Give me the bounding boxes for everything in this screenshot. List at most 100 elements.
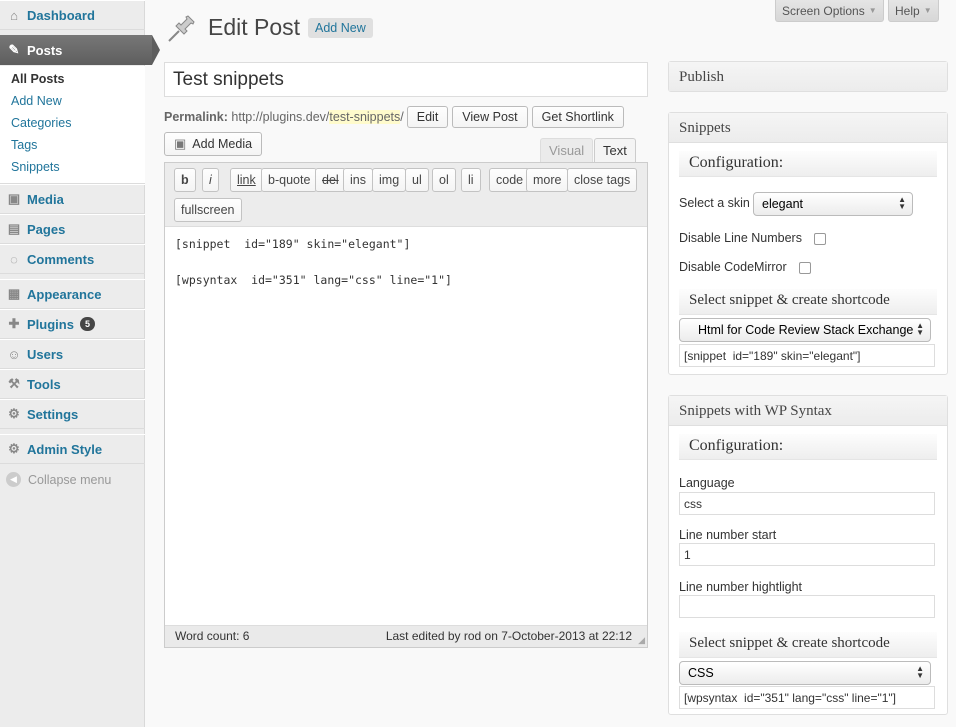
snippet-select-value: Html for Code Review Stack Exchange [698,323,914,337]
dashboard-icon: ⌂ [10,7,18,23]
menu-appearance-label: Appearance [27,286,102,302]
menu-pages-label: Pages [27,221,66,237]
menu-users[interactable]: ☺ Users [0,339,145,369]
menu-users-label: Users [27,346,64,362]
submenu-categories[interactable]: Categories [11,116,71,130]
menu-plugins[interactable]: ✚ Plugins 5 [0,309,145,339]
disable-codemirror-checkbox[interactable] [799,262,811,274]
chevron-down-icon: ▼ [868,6,877,15]
skin-select-value: elegant [762,197,804,211]
menu-appearance[interactable]: ▦ Appearance [0,279,145,309]
plugins-update-badge: 5 [79,317,95,331]
submenu-tags[interactable]: Tags [11,138,37,152]
updown-icon: ▲ ▼ [916,664,924,680]
qt-link-button[interactable]: link [230,168,263,192]
users-icon: ☺ [7,346,21,362]
tools-icon: ⚒ [8,376,20,391]
tab-visual[interactable]: Visual [540,138,594,163]
wpsyntax-select-heading: Select snippet & create shortcode [679,632,937,658]
pages-icon: ▤ [7,221,21,236]
publish-box: Publish [668,61,948,92]
wpsyntax-box: Snippets with WP Syntax Configuration: L… [668,395,948,715]
qt-bquote-button[interactable]: b-quote [261,168,318,192]
menu-pages[interactable]: ▤ Pages [0,214,145,244]
menu-dashboard[interactable]: ⌂ Dashboard [0,0,145,30]
last-edited: Last edited by rod on 7-October-2013 at … [385,629,632,643]
menu-posts-label: Posts [27,42,63,58]
help-label: Help [895,3,920,18]
qt-img-button[interactable]: img [372,168,407,192]
screen-options-button[interactable]: Screen Options ▼ [775,0,884,22]
snippets-box-title[interactable]: Snippets [669,113,947,143]
disable-line-numbers-checkbox[interactable] [814,233,826,245]
qt-ul-button[interactable]: ul [405,168,429,192]
qt-li-button[interactable]: li [461,168,481,192]
permalink-label: Permalink: [164,110,228,124]
line-number-highlight-input[interactable] [679,595,935,618]
qt-close-tags-button[interactable]: close tags [567,168,638,192]
resize-handle-icon[interactable]: ◢ [638,635,645,646]
wpsyntax-snippet-select[interactable]: CSS ▲ ▼ [679,661,931,685]
menu-media[interactable]: ▣ Media [0,184,145,214]
snippet-select[interactable]: Html for Code Review Stack Exchange ▲ ▼ [679,318,931,342]
qt-del-button[interactable]: del [315,168,346,192]
menu-admin-style[interactable]: ⚙ Admin Style [0,434,145,464]
snippets-box: Snippets Configuration: Select a skin el… [668,112,948,375]
line-number-start-input[interactable] [679,543,935,566]
language-label: Language [679,476,735,490]
qt-italic-button[interactable]: i [202,168,219,192]
settings-icon: ⚙ [8,406,20,421]
menu-admin-style-label: Admin Style [27,441,103,457]
get-shortlink-button[interactable]: Get Shortlink [531,106,624,128]
post-title-input[interactable] [164,62,648,97]
wpsyntax-config-heading: Configuration: [679,434,937,460]
qt-more-button[interactable]: more [526,168,569,192]
wpsyntax-shortcode-output[interactable] [679,686,935,709]
edit-permalink-button[interactable]: Edit [406,106,449,128]
screen-options-label: Screen Options [782,3,865,18]
wpsyntax-box-title[interactable]: Snippets with WP Syntax [669,396,947,426]
submenu-all-posts[interactable]: All Posts [11,72,65,86]
word-count: Word count: 6 [175,629,250,643]
help-button[interactable]: Help ▼ [888,0,939,22]
disable-line-numbers-label: Disable Line Numbers [679,231,802,245]
add-media-button[interactable]: ▣ Add Media [164,132,263,156]
tab-text[interactable]: Text [594,138,636,163]
qt-code-button[interactable]: code [489,168,531,192]
menu-posts[interactable]: ✎ Posts [0,35,160,65]
view-post-button[interactable]: View Post [452,106,528,128]
add-new-button[interactable]: Add New [308,18,373,38]
post-content-textarea[interactable]: [snippet id="189" skin="elegant"] [wpsyn… [175,235,452,289]
submenu-snippets[interactable]: Snippets [11,160,60,174]
menu-plugins-label: Plugins [27,316,74,332]
permalink-base: http://plugins.dev/ [231,110,330,124]
publish-box-title[interactable]: Publish [669,62,947,91]
skin-label: Select a skin [679,196,750,210]
plugins-icon: ✚ [8,316,20,331]
content-line: [wpsyntax id="351" lang="css" line="1"] [175,273,452,287]
qt-fullscreen-button[interactable]: fullscreen [174,198,242,222]
menu-comments[interactable]: ◌ Comments [0,244,145,274]
menu-tools[interactable]: ⚒ Tools [0,369,145,399]
updown-icon: ▲ ▼ [916,321,924,337]
submenu-add-new[interactable]: Add New [11,94,62,108]
snippet-shortcode-output[interactable] [679,344,935,367]
post-editor: b i link b-quote del ins img ul ol li co… [164,162,648,648]
skin-select[interactable]: elegant ▲ ▼ [753,192,913,216]
qt-ol-button[interactable]: ol [432,168,456,192]
comments-icon: ◌ [10,251,18,267]
qt-ins-button[interactable]: ins [343,168,373,192]
line-number-highlight-label: Line number hightlight [679,580,802,594]
appearance-icon: ▦ [7,286,21,301]
editor-statusbar: Word count: 6 Last edited by rod on 7-Oc… [165,625,647,647]
permalink-slug[interactable]: test-snippets [329,110,401,124]
collapse-menu[interactable]: ◀ Collapse menu [6,472,111,487]
pushpin-icon [166,12,198,44]
disable-codemirror-label: Disable CodeMirror [679,260,787,274]
gear-icon: ⚙ [8,441,20,456]
quicktags-toolbar: b i link b-quote del ins img ul ol li co… [165,163,647,227]
menu-settings[interactable]: ⚙ Settings [0,399,145,429]
language-input[interactable] [679,492,935,515]
qt-bold-button[interactable]: b [174,168,196,192]
menu-tools-label: Tools [27,376,61,392]
